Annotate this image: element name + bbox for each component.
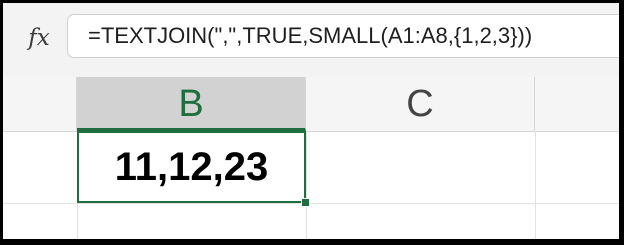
active-cell[interactable]: 11,12,23 <box>77 131 306 203</box>
column-header-d[interactable] <box>535 77 619 131</box>
column-header-b[interactable]: B <box>77 77 306 131</box>
formula-text: =TEXTJOIN(",",TRUE,SMALL(A1:A8,{1,2,3})) <box>88 23 533 48</box>
formula-bar: fx =TEXTJOIN(",",TRUE,SMALL(A1:A8,{1,2,3… <box>3 3 619 78</box>
fill-handle[interactable] <box>301 198 310 207</box>
formula-bar-separator <box>3 14 13 58</box>
insert-function-icon[interactable]: fx <box>23 22 55 54</box>
spreadsheet-window: fx =TEXTJOIN(",",TRUE,SMALL(A1:A8,{1,2,3… <box>3 3 619 239</box>
grid-line <box>535 131 536 239</box>
row-header-spacer <box>3 77 77 131</box>
formula-input[interactable]: =TEXTJOIN(",",TRUE,SMALL(A1:A8,{1,2,3})) <box>67 14 619 58</box>
grid-line <box>3 203 619 204</box>
grid-line <box>306 131 307 239</box>
column-header-c[interactable]: C <box>306 77 535 131</box>
column-header-row: B C <box>3 77 619 132</box>
